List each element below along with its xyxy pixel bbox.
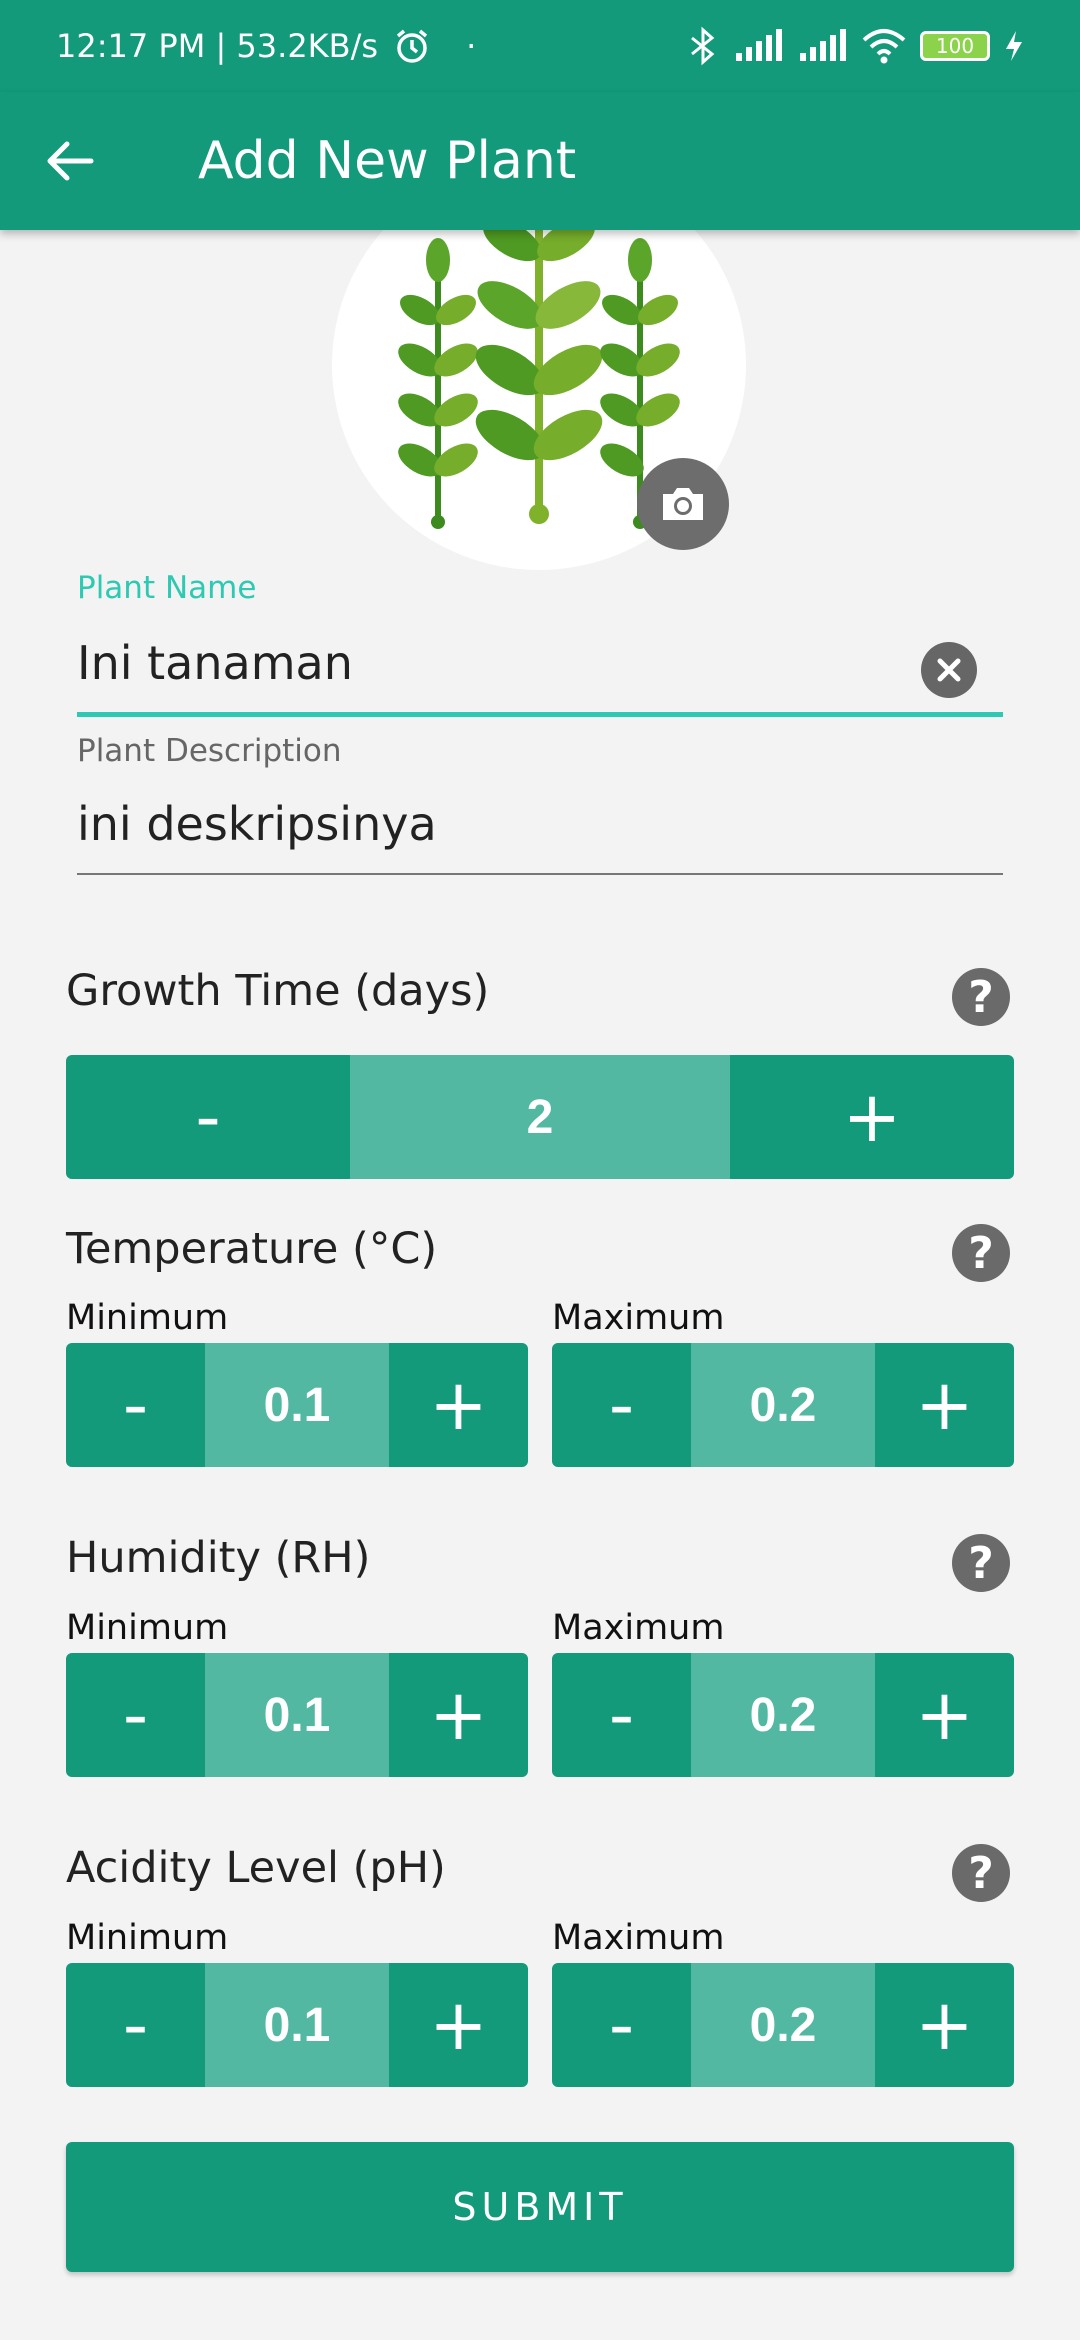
- humidity-max-value: 0.2: [691, 1653, 875, 1777]
- status-dot: ·: [466, 27, 477, 65]
- help-icon[interactable]: ?: [952, 1534, 1010, 1592]
- plant-name-input[interactable]: Ini tanaman: [77, 636, 353, 690]
- humidity-max-stepper: - 0.2 +: [552, 1653, 1014, 1777]
- humidity-title: Humidity (RH): [66, 1533, 371, 1583]
- submit-button[interactable]: SUBMIT: [66, 2142, 1014, 2272]
- growth-time-stepper: - 2 +: [66, 1055, 1014, 1179]
- acidity-min-stepper: - 0.1 +: [66, 1963, 528, 2087]
- increment-button[interactable]: +: [875, 1963, 1014, 2087]
- help-icon[interactable]: ?: [952, 1224, 1010, 1282]
- acidity-min-value: 0.1: [205, 1963, 389, 2087]
- help-icon[interactable]: ?: [952, 1844, 1010, 1902]
- growth-time-value: 2: [350, 1055, 730, 1179]
- increment-button[interactable]: +: [730, 1055, 1014, 1179]
- page-title: Add New Plant: [198, 131, 577, 191]
- plant-description-field[interactable]: Plant Description ini deskripsinya: [77, 733, 1003, 878]
- acidity-min-label: Minimum: [66, 1918, 229, 1958]
- increment-button[interactable]: +: [875, 1653, 1014, 1777]
- temperature-title: Temperature (°C): [66, 1224, 438, 1274]
- charging-icon: [1006, 31, 1022, 61]
- back-button[interactable]: [0, 92, 140, 230]
- increment-button[interactable]: +: [389, 1343, 528, 1467]
- signal-icon: [800, 29, 846, 61]
- increment-button[interactable]: +: [875, 1343, 1014, 1467]
- battery-level: 100: [935, 34, 975, 58]
- status-time-speed: 12:17 PM | 53.2KB/s: [56, 27, 379, 65]
- app-bar: Add New Plant: [0, 92, 1080, 230]
- decrement-button[interactable]: -: [66, 1343, 205, 1467]
- camera-icon: [663, 488, 703, 520]
- temperature-min-value: 0.1: [205, 1343, 389, 1467]
- clear-icon: [937, 658, 961, 682]
- temperature-max-label: Maximum: [552, 1298, 725, 1338]
- humidity-min-value: 0.1: [205, 1653, 389, 1777]
- decrement-button[interactable]: -: [66, 1653, 205, 1777]
- alarm-icon: [396, 29, 428, 63]
- acidity-max-value: 0.2: [691, 1963, 875, 2087]
- plant-description-input[interactable]: ini deskripsinya: [77, 797, 437, 851]
- increment-button[interactable]: +: [389, 1963, 528, 2087]
- acidity-title: Acidity Level (pH): [66, 1843, 446, 1893]
- humidity-min-label: Minimum: [66, 1608, 229, 1648]
- decrement-button[interactable]: -: [66, 1963, 205, 2087]
- growth-time-title: Growth Time (days): [66, 966, 490, 1016]
- battery-icon: 100: [920, 31, 990, 61]
- plant-name-field[interactable]: Plant Name Ini tanaman: [77, 570, 1003, 720]
- plant-description-label: Plant Description: [77, 733, 342, 769]
- bluetooth-icon: [691, 26, 715, 66]
- change-photo-button[interactable]: [637, 458, 729, 550]
- decrement-button[interactable]: -: [552, 1653, 691, 1777]
- wifi-icon: [862, 29, 906, 64]
- temperature-max-stepper: - 0.2 +: [552, 1343, 1014, 1467]
- temperature-max-value: 0.2: [691, 1343, 875, 1467]
- temperature-min-stepper: - 0.1 +: [66, 1343, 528, 1467]
- humidity-max-label: Maximum: [552, 1608, 725, 1648]
- signal-icon: [736, 29, 782, 61]
- status-bar: 12:17 PM | 53.2KB/s · 100: [0, 0, 1080, 92]
- clear-button[interactable]: [921, 642, 977, 698]
- acidity-max-label: Maximum: [552, 1918, 725, 1958]
- decrement-button[interactable]: -: [552, 1963, 691, 2087]
- acidity-max-stepper: - 0.2 +: [552, 1963, 1014, 2087]
- decrement-button[interactable]: -: [552, 1343, 691, 1467]
- humidity-min-stepper: - 0.1 +: [66, 1653, 528, 1777]
- increment-button[interactable]: +: [389, 1653, 528, 1777]
- plant-description-underline: [77, 873, 1003, 875]
- back-arrow-icon: [47, 141, 94, 181]
- temperature-min-label: Minimum: [66, 1298, 229, 1338]
- help-icon[interactable]: ?: [952, 968, 1010, 1026]
- plant-name-underline: [77, 712, 1003, 717]
- decrement-button[interactable]: -: [66, 1055, 350, 1179]
- plant-name-label: Plant Name: [77, 570, 257, 606]
